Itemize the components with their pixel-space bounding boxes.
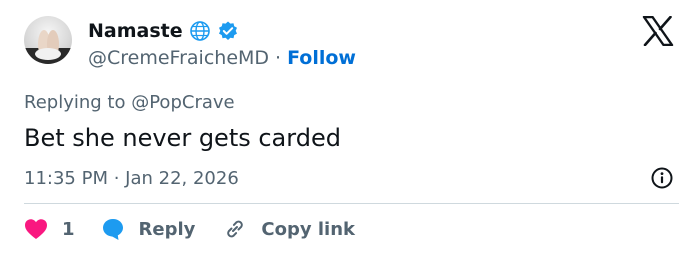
reply-label: Reply [138, 218, 196, 240]
display-name[interactable]: Namaste [88, 20, 183, 42]
verified-badge-icon [217, 20, 239, 42]
author-block: Namaste @CremeFraicheMD · Follow [88, 18, 356, 69]
globe-icon [189, 20, 211, 42]
follow-button[interactable]: Follow [287, 47, 356, 69]
replying-prefix: Replying to [24, 92, 126, 113]
copy-link-button[interactable]: Copy link [223, 217, 355, 241]
separator-dot: · [275, 47, 282, 69]
tweet-text: Bet she never gets carded [24, 124, 341, 152]
like-button[interactable]: 1 [24, 218, 75, 240]
action-bar: 1 Reply Copy link [24, 214, 355, 244]
heart-icon [24, 218, 48, 240]
author-handle[interactable]: @CremeFraicheMD [88, 47, 269, 69]
avatar[interactable] [24, 16, 72, 64]
tweet-timestamp[interactable]: 11:35 PM · Jan 22, 2026 [24, 168, 239, 189]
divider [24, 203, 679, 204]
reply-bubble-icon [101, 217, 125, 241]
replying-to: Replying to @PopCrave [24, 92, 235, 113]
x-logo-icon[interactable] [642, 15, 674, 50]
info-icon[interactable] [650, 166, 674, 194]
reply-button[interactable]: Reply [101, 217, 196, 241]
tweet-card: Namaste @CremeFraicheMD · Follow Replyin… [0, 0, 700, 256]
replying-mention[interactable]: @PopCrave [131, 92, 234, 113]
copy-link-label: Copy link [261, 218, 355, 240]
link-icon [223, 217, 247, 241]
like-count: 1 [62, 218, 75, 240]
